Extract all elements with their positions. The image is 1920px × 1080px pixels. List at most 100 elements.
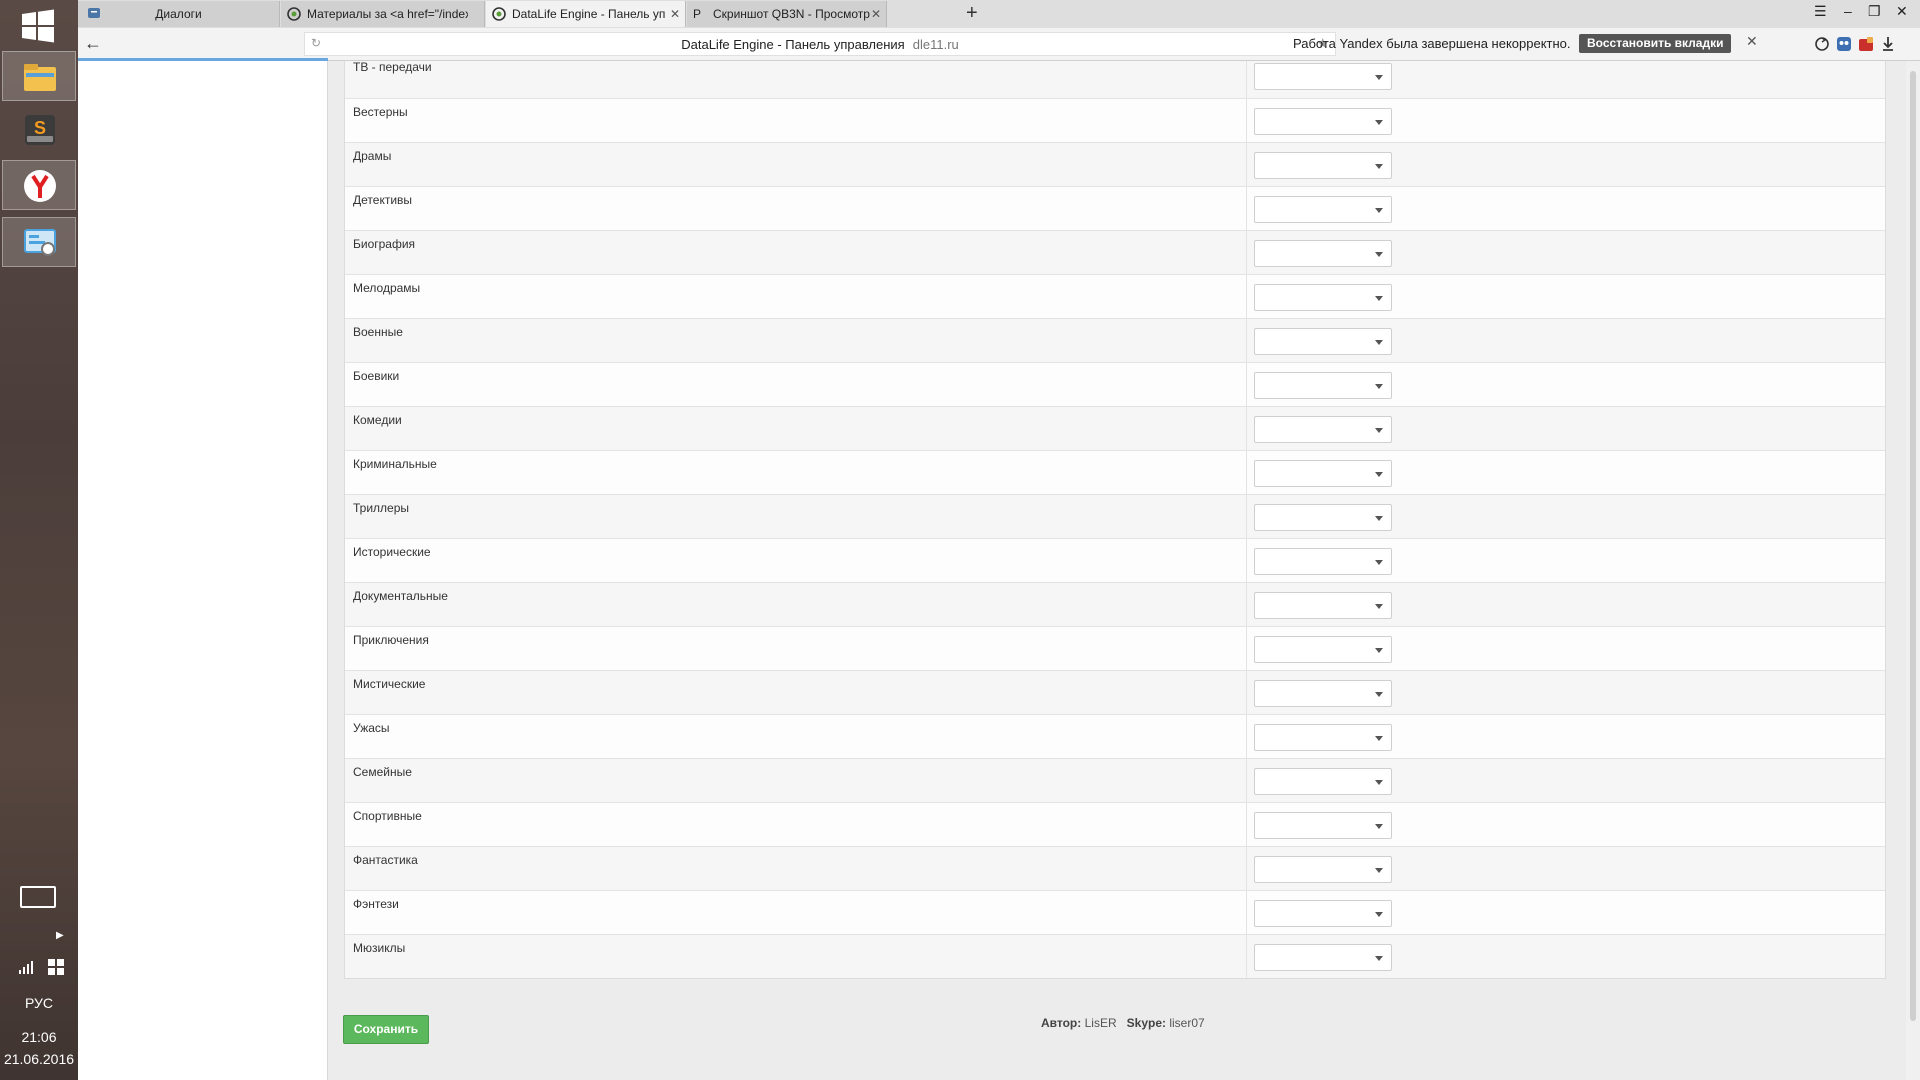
action-center-flag-icon[interactable]	[47, 958, 65, 976]
tray-expand-icon[interactable]: ▶	[56, 930, 64, 941]
chevron-down-icon	[1375, 164, 1383, 169]
tab-label: DataLife Engine - Панель уп	[512, 7, 666, 21]
close-tab-icon[interactable]: ✕	[670, 1, 680, 27]
category-label: ТВ - передачи	[353, 61, 432, 74]
category-select[interactable]	[1254, 372, 1392, 399]
category-select[interactable]	[1254, 240, 1392, 267]
tab-datalife-engine[interactable]: DataLife Engine - Панель уп ✕	[486, 1, 686, 27]
column-divider	[1246, 583, 1247, 626]
sync-icon[interactable]	[1814, 36, 1830, 52]
column-divider	[1246, 143, 1247, 186]
category-select[interactable]	[1254, 152, 1392, 179]
author-credit: Автор: LisER Skype: liser07	[1041, 1016, 1205, 1030]
category-select[interactable]	[1254, 328, 1392, 355]
column-divider	[1246, 759, 1247, 802]
close-notice-icon[interactable]: ✕	[1746, 33, 1758, 50]
control-panel-icon	[24, 229, 56, 256]
category-select[interactable]	[1254, 504, 1392, 531]
tab-screenshot[interactable]: P Скриншот QB3N - Просмотр с ✕	[687, 1, 887, 27]
category-select[interactable]	[1254, 900, 1392, 927]
chevron-down-icon	[1375, 428, 1383, 433]
extension-owl-icon[interactable]	[1836, 36, 1852, 52]
category-select[interactable]	[1254, 108, 1392, 135]
category-select[interactable]	[1254, 416, 1392, 443]
scrollbar-thumb[interactable]	[1910, 71, 1916, 1021]
clock-time[interactable]: 21:06	[0, 1029, 78, 1045]
category-row: Фантастика	[345, 846, 1885, 890]
chevron-down-icon	[1375, 208, 1383, 213]
column-divider	[1246, 363, 1247, 406]
skype-label: Skype:	[1126, 1016, 1166, 1030]
category-select[interactable]	[1254, 680, 1392, 707]
menu-icon[interactable]: ☰	[1814, 3, 1827, 20]
category-select[interactable]	[1254, 548, 1392, 575]
category-select[interactable]	[1254, 63, 1392, 90]
category-select[interactable]	[1254, 196, 1392, 223]
tab-label: Скриншот QB3N - Просмотр с	[713, 7, 870, 21]
category-select[interactable]	[1254, 460, 1392, 487]
tab-materials[interactable]: Материалы за <a href="/index	[281, 1, 485, 27]
language-indicator[interactable]: РУС	[0, 995, 78, 1011]
clock-date[interactable]: 21.06.2016	[0, 1051, 78, 1067]
taskbar-sublime-text[interactable]: S	[2, 104, 76, 154]
category-select[interactable]	[1254, 856, 1392, 883]
category-label: Комедии	[353, 413, 402, 427]
folder-icon	[24, 64, 56, 91]
author-name: LisER	[1084, 1016, 1117, 1030]
network-signal-icon[interactable]	[18, 960, 36, 974]
category-label: Детективы	[353, 193, 413, 207]
column-divider	[1246, 407, 1247, 450]
category-select[interactable]	[1254, 284, 1392, 311]
category-row: Детективы	[345, 186, 1885, 230]
touch-keyboard-icon[interactable]	[20, 886, 56, 908]
minimize-icon[interactable]: –	[1844, 3, 1852, 19]
save-button[interactable]: Сохранить	[343, 1015, 429, 1044]
windows-start-icon[interactable]	[20, 8, 56, 44]
chevron-down-icon	[1375, 75, 1383, 80]
restore-window-icon[interactable]: ❐	[1868, 3, 1881, 20]
category-row: Спортивные	[345, 802, 1885, 846]
category-label: Криминальные	[353, 457, 437, 471]
taskbar-file-explorer[interactable]	[2, 51, 76, 101]
category-select[interactable]	[1254, 768, 1392, 795]
category-label: Фэнтези	[353, 897, 399, 911]
page-scrollbar[interactable]	[1906, 61, 1920, 1080]
category-row: Триллеры	[345, 494, 1885, 538]
category-select[interactable]	[1254, 944, 1392, 971]
category-label: Семейные	[353, 765, 412, 779]
category-label: Триллеры	[353, 501, 410, 515]
sublime-text-icon: S	[25, 115, 55, 145]
close-tab-icon[interactable]: ✕	[871, 1, 881, 27]
close-window-icon[interactable]: ✕	[1896, 3, 1908, 20]
category-label: Приключения	[353, 633, 429, 647]
category-select[interactable]	[1254, 636, 1392, 663]
taskbar-control-panel[interactable]	[2, 217, 76, 267]
tab-dialogs[interactable]: Диалоги	[78, 1, 280, 27]
category-row: Криминальные	[345, 450, 1885, 494]
tab-bar: Диалоги Материалы за <a href="/index Dat…	[78, 0, 1920, 28]
category-select[interactable]	[1254, 592, 1392, 619]
new-tab-button[interactable]: +	[966, 2, 978, 24]
column-divider	[1246, 231, 1247, 274]
skype-name: liser07	[1169, 1016, 1205, 1030]
url-field[interactable]: ↻ DataLife Engine - Панель управления dle…	[304, 32, 1336, 56]
extension-red-icon[interactable]	[1858, 36, 1874, 52]
category-select[interactable]	[1254, 724, 1392, 751]
download-icon[interactable]	[1880, 36, 1896, 52]
category-label: Боевики	[353, 369, 400, 383]
category-label: Мюзиклы	[353, 941, 406, 955]
column-divider	[1246, 187, 1247, 230]
column-divider	[1246, 451, 1247, 494]
taskbar-yandex-browser[interactable]	[2, 160, 76, 210]
category-label: Биография	[353, 237, 416, 251]
chevron-down-icon	[1375, 868, 1383, 873]
taskbar: S ▶ РУС 21:06 21.06.2016	[0, 0, 78, 1080]
chevron-down-icon	[1375, 340, 1383, 345]
category-label: Мелодрамы	[353, 281, 421, 295]
restore-tabs-button[interactable]: Восстановить вкладки	[1579, 34, 1732, 53]
category-label: Военные	[353, 325, 403, 339]
category-label: Спортивные	[353, 809, 422, 823]
back-arrow-icon[interactable]: ←	[82, 32, 104, 54]
chevron-down-icon	[1375, 648, 1383, 653]
category-select[interactable]	[1254, 812, 1392, 839]
